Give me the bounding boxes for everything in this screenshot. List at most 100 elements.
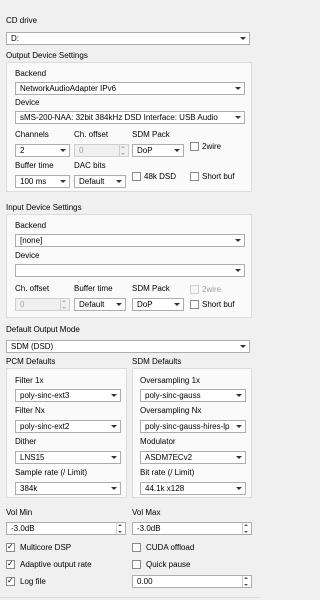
output-sdm-pack-value: DoP bbox=[137, 146, 153, 155]
chevron-down-icon bbox=[235, 269, 241, 272]
input-2wire-label: 2wire bbox=[202, 285, 222, 294]
bit-rate-value: 44.1k x128 bbox=[145, 484, 185, 493]
input-device-select[interactable] bbox=[15, 264, 245, 277]
spinner-buttons[interactable] bbox=[242, 576, 251, 587]
default-output-mode-select[interactable]: SDM (DSD) bbox=[6, 340, 250, 353]
dac-bits-label: DAC bits bbox=[74, 161, 106, 170]
oversampling1x-select[interactable]: poly-sinc-gauss bbox=[140, 389, 246, 402]
chevron-down-icon bbox=[235, 239, 241, 242]
chevron-down-icon bbox=[174, 303, 180, 306]
output-ch-offset-value: 0 bbox=[79, 146, 84, 155]
dither-value: LNS15 bbox=[20, 453, 45, 462]
log-level-value: 0.00 bbox=[137, 577, 153, 586]
chevron-down-icon bbox=[235, 87, 241, 90]
input-backend-label: Backend bbox=[15, 221, 47, 230]
sdm-defaults-group bbox=[132, 368, 252, 498]
spinner-buttons[interactable] bbox=[116, 523, 125, 534]
output-device-label: Device bbox=[15, 98, 40, 107]
filter1x-value: poly-sinc-ext3 bbox=[20, 391, 70, 400]
chevron-down-icon bbox=[236, 394, 242, 397]
vol-max-spinner[interactable]: -3.0dB bbox=[132, 522, 252, 535]
output-device-value: sMS-200-NAA: 32bit 384kHz DSD Interface:… bbox=[20, 113, 218, 122]
chevron-down-icon bbox=[111, 487, 117, 490]
spin-down-icon bbox=[118, 531, 122, 533]
sdm-defaults-title: SDM Defaults bbox=[132, 357, 182, 366]
chevron-down-icon bbox=[111, 394, 117, 397]
input-buffer-time-value: Default bbox=[79, 300, 105, 309]
oversampling1x-label: Oversampling 1x bbox=[140, 376, 201, 385]
filternx-select[interactable]: poly-sinc-ext2 bbox=[15, 420, 121, 433]
vol-min-spinner[interactable]: -3.0dB bbox=[6, 522, 126, 535]
log-file-label: Log file bbox=[20, 577, 46, 586]
modulator-label: Modulator bbox=[140, 437, 176, 446]
sample-rate-select[interactable]: 384k bbox=[15, 482, 121, 495]
spinner-buttons[interactable] bbox=[119, 145, 128, 156]
oversamplingnx-select[interactable]: poly-sinc-gauss-hires-lp bbox=[140, 420, 246, 433]
input-sdm-pack-select[interactable]: DoP bbox=[132, 298, 184, 311]
output-sdm-pack-label: SDM Pack bbox=[132, 130, 170, 139]
vol-max-value: -3.0dB bbox=[137, 524, 161, 533]
output-ch-offset-spinner[interactable]: 0 bbox=[74, 144, 129, 157]
chevron-down-icon bbox=[240, 345, 246, 348]
spinner-buttons[interactable] bbox=[60, 299, 69, 310]
modulator-select[interactable]: ASDM7ECv2 bbox=[140, 451, 246, 464]
quick-pause-checkbox[interactable] bbox=[132, 560, 141, 569]
vol-max-label: Vol Max bbox=[132, 508, 161, 517]
dac-bits-select[interactable]: Default bbox=[74, 175, 126, 188]
dsd48k-label: 48k DSD bbox=[144, 172, 177, 181]
chevron-down-icon bbox=[111, 425, 117, 428]
dither-select[interactable]: LNS15 bbox=[15, 451, 121, 464]
log-level-spinner[interactable]: 0.00 bbox=[132, 575, 252, 588]
input-2wire-checkbox[interactable] bbox=[190, 285, 199, 294]
output-sdm-pack-select[interactable]: DoP bbox=[132, 144, 184, 157]
cuda-offload-checkbox[interactable] bbox=[132, 543, 141, 552]
spin-up-icon bbox=[121, 146, 125, 148]
channels-label: Channels bbox=[15, 130, 49, 139]
channels-value: 2 bbox=[20, 146, 25, 155]
sample-rate-label: Sample rate (/ Limit) bbox=[15, 468, 88, 477]
output-short-buf-checkbox[interactable] bbox=[190, 172, 199, 181]
input-short-buf-checkbox[interactable] bbox=[190, 300, 199, 309]
filter1x-select[interactable]: poly-sinc-ext3 bbox=[15, 389, 121, 402]
output-buffer-time-label: Buffer time bbox=[15, 161, 54, 170]
output-ch-offset-label: Ch. offset bbox=[74, 130, 109, 139]
adaptive-output-rate-checkbox[interactable] bbox=[6, 559, 15, 569]
output-2wire-checkbox[interactable] bbox=[190, 142, 199, 151]
cd-drive-value: D: bbox=[11, 34, 19, 43]
oversamplingnx-value: poly-sinc-gauss-hires-lp bbox=[145, 422, 230, 431]
chevron-down-icon bbox=[236, 425, 242, 428]
output-backend-select[interactable]: NetworkAudioAdapter IPv6 bbox=[15, 82, 245, 95]
vol-min-label: Vol Min bbox=[6, 508, 33, 517]
multicore-dsp-checkbox[interactable] bbox=[6, 542, 15, 552]
dsd48k-checkbox[interactable] bbox=[132, 172, 141, 181]
output-buffer-time-select[interactable]: 100 ms bbox=[15, 175, 70, 188]
input-sdm-pack-label: SDM Pack bbox=[132, 284, 170, 293]
oversamplingnx-label: Oversampling Nx bbox=[140, 406, 202, 415]
cd-drive-label: CD drive bbox=[6, 16, 38, 25]
input-short-buf-label: Short buf bbox=[202, 300, 235, 309]
channels-select[interactable]: 2 bbox=[15, 144, 70, 157]
pcm-defaults-title: PCM Defaults bbox=[6, 357, 56, 366]
log-file-checkbox[interactable] bbox=[6, 576, 15, 586]
chevron-down-icon bbox=[236, 456, 242, 459]
input-backend-select[interactable]: [none] bbox=[15, 234, 245, 247]
vol-min-value: -3.0dB bbox=[11, 524, 35, 533]
output-short-buf-label: Short buf bbox=[202, 172, 235, 181]
cd-drive-select[interactable]: D: bbox=[6, 32, 250, 45]
output-device-select[interactable]: sMS-200-NAA: 32bit 384kHz DSD Interface:… bbox=[15, 111, 245, 124]
bit-rate-select[interactable]: 44.1k x128 bbox=[140, 482, 246, 495]
spinner-buttons[interactable] bbox=[242, 523, 251, 534]
filternx-value: poly-sinc-ext2 bbox=[20, 422, 70, 431]
spin-up-icon bbox=[244, 524, 248, 526]
output-backend-value: NetworkAudioAdapter IPv6 bbox=[20, 84, 117, 93]
spin-up-icon bbox=[62, 300, 66, 302]
input-ch-offset-spinner[interactable]: 0 bbox=[15, 298, 70, 311]
multicore-dsp-label: Multicore DSP bbox=[20, 543, 72, 552]
spin-up-icon bbox=[118, 524, 122, 526]
output-buffer-time-value: 100 ms bbox=[20, 177, 47, 186]
modulator-value: ASDM7ECv2 bbox=[145, 453, 193, 462]
filternx-label: Filter Nx bbox=[15, 406, 45, 415]
dither-label: Dither bbox=[15, 437, 37, 446]
dac-bits-value: Default bbox=[79, 177, 105, 186]
input-buffer-time-select[interactable]: Default bbox=[74, 298, 126, 311]
